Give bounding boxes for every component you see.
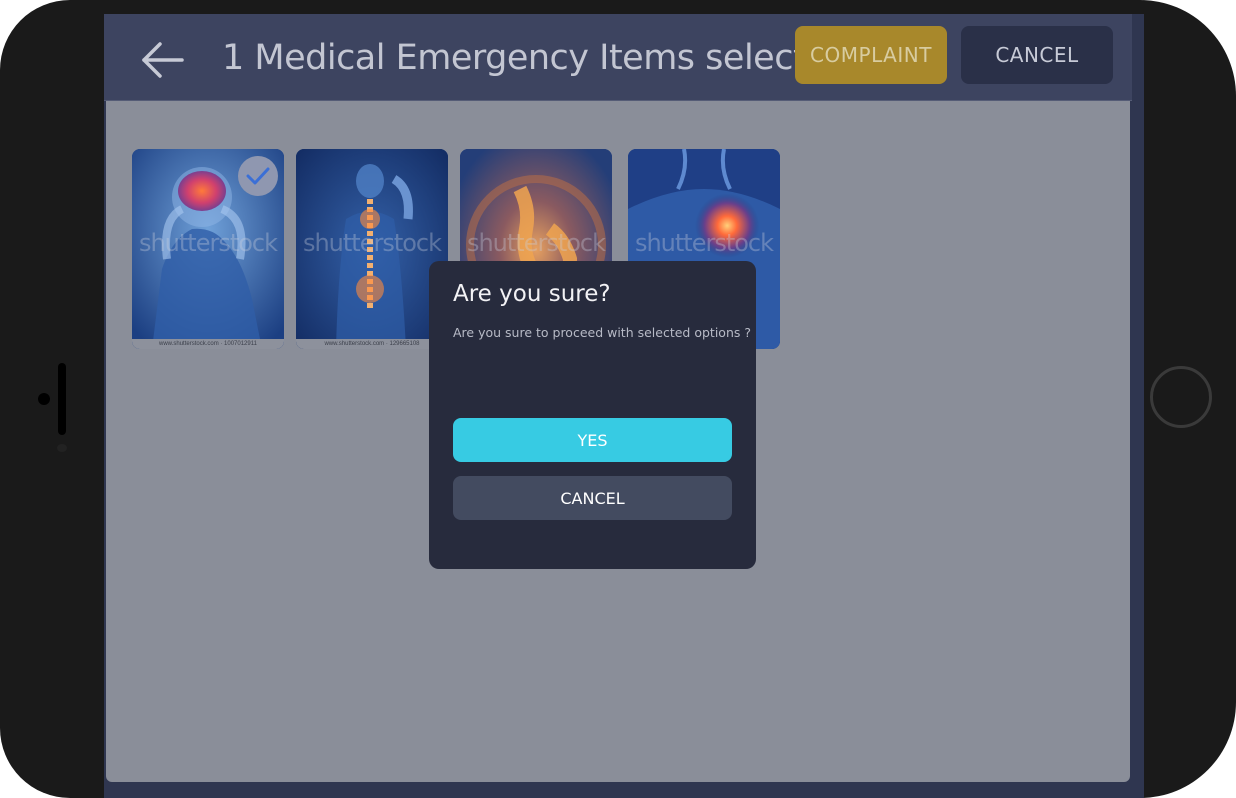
arrow-left-icon[interactable] bbox=[138, 40, 186, 80]
watermark-text: shutterstock bbox=[466, 229, 606, 257]
home-button[interactable] bbox=[1150, 366, 1212, 428]
watermark-text: shutterstock bbox=[138, 229, 278, 257]
item-card-spine[interactable]: shutterstock www.shutterstock.com · 1296… bbox=[296, 149, 448, 349]
page-title: 1 Medical Emergency Items selected bbox=[222, 38, 849, 78]
confirm-dialog: Are you sure? Are you sure to proceed wi… bbox=[429, 261, 756, 569]
image-caption: www.shutterstock.com · 1007012911 bbox=[132, 339, 284, 349]
cancel-button[interactable]: CANCEL bbox=[961, 26, 1113, 84]
device-frame: 1 Medical Emergency Items selected COMPL… bbox=[0, 0, 1236, 798]
image-caption: www.shutterstock.com · 129665108 bbox=[296, 339, 448, 349]
sensor-dot bbox=[57, 444, 67, 452]
dialog-cancel-button[interactable]: CANCEL bbox=[453, 476, 732, 520]
complaint-button[interactable]: COMPLAINT bbox=[795, 26, 947, 84]
camera-dot bbox=[38, 393, 50, 405]
dialog-title: Are you sure? bbox=[453, 281, 611, 307]
screen: 1 Medical Emergency Items selected COMPL… bbox=[104, 14, 1144, 798]
check-icon bbox=[238, 156, 278, 196]
dialog-message: Are you sure to proceed with selected op… bbox=[453, 325, 751, 340]
yes-button[interactable]: YES bbox=[453, 418, 732, 462]
item-card-head[interactable]: shutterstock www.shutterstock.com · 1007… bbox=[132, 149, 284, 349]
speaker-slot bbox=[58, 363, 66, 435]
watermark-text: shutterstock bbox=[302, 229, 442, 257]
watermark-text: shutterstock bbox=[634, 229, 774, 257]
app-bar: 1 Medical Emergency Items selected COMPL… bbox=[104, 14, 1132, 101]
